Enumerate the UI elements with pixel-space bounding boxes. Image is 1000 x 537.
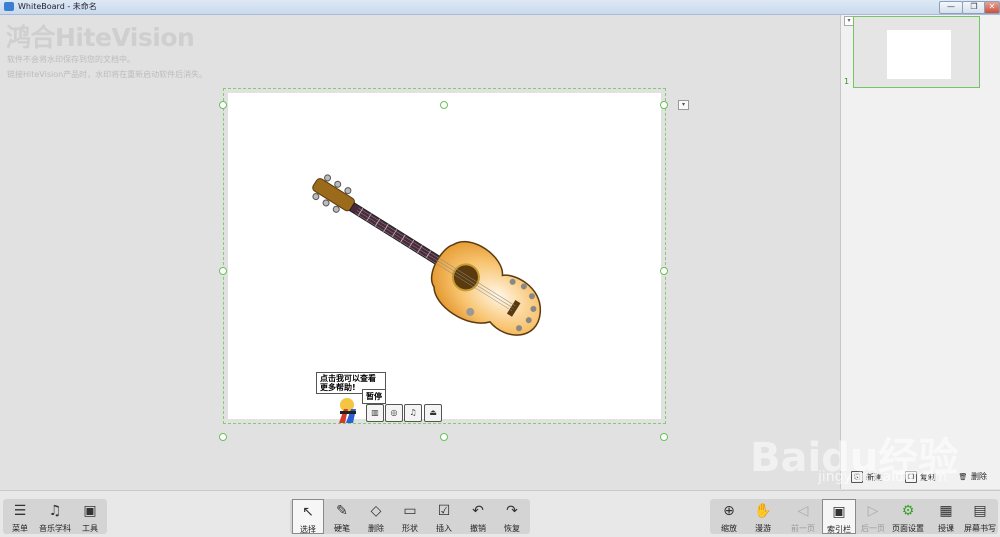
select-button[interactable]: ↖ 选择 [292, 499, 324, 534]
redo-button[interactable]: ↷ 恢复 [496, 499, 528, 534]
baidu-watermark-url: jingyan.baidu.com [818, 469, 948, 485]
minimize-button[interactable]: — [939, 1, 963, 14]
toolbar-left-group: ☰ 菜单 ♫ 音乐学科 ▣ 工具 [3, 499, 107, 534]
page-settings-label: 页面设置 [892, 524, 924, 533]
resize-handle-br[interactable] [660, 433, 668, 441]
maximize-button[interactable]: ❐ [962, 1, 986, 14]
screen-writing-button[interactable]: ▤ 屏幕书写 [962, 499, 998, 534]
pen-button[interactable]: ✎ 硬笔 [326, 499, 358, 534]
eraser-button[interactable]: ◇ 删除 [360, 499, 392, 534]
next-page-button[interactable]: ▷ 后一页 [856, 499, 890, 534]
insert-icon: ☑ [437, 503, 451, 519]
pan-label: 漫游 [755, 524, 771, 533]
redo-icon: ↷ [506, 503, 518, 519]
pen-icon: ✎ [336, 503, 348, 519]
next-page-icon: ▷ [867, 503, 879, 519]
tools-label: 工具 [82, 524, 98, 533]
pan-button[interactable]: ✋ 漫游 [746, 499, 780, 534]
screen-writing-icon: ▤ [973, 503, 987, 519]
undo-button[interactable]: ↶ 撤销 [462, 499, 494, 534]
shape-label: 形状 [402, 524, 418, 533]
teach-button[interactable]: ▦ 授课 [930, 499, 962, 534]
resize-handle-left[interactable] [219, 267, 227, 275]
bottom-toolbar: ☰ 菜单 ♫ 音乐学科 ▣ 工具 ↖ 选择 ✎ 硬笔 ◇ 删除 ▭ 形状 ☑ 插入 ↶ 撤销 ↷ 恢… [0, 490, 1000, 537]
shape-button[interactable]: ▭ 形状 [394, 499, 426, 534]
toolbar-center-group: ↖ 选择 ✎ 硬笔 ◇ 删除 ▭ 形状 ☑ 插入 ↶ 撤销 ↷ 恢复 [290, 499, 530, 534]
thumbnail-page [887, 30, 951, 79]
eraser-icon: ◇ [370, 503, 382, 519]
media-eject-icon[interactable]: ⏏ [424, 404, 442, 422]
zoom-button[interactable]: ⊕ 缩放 [712, 499, 746, 534]
previous-page-label: 前一页 [791, 524, 815, 533]
zoom-label: 缩放 [721, 524, 737, 533]
music-subject-label: 音乐学科 [39, 524, 71, 533]
thumbnail-page-number: 1 [844, 77, 850, 86]
zoom-icon: ⊕ [723, 503, 735, 519]
hand-icon: ✋ [754, 503, 772, 519]
previous-page-icon: ◁ [797, 503, 809, 519]
page-thumbnail-panel: ▾ 1 ⎘ 新建 ❐ 复制 🗑 删除 [841, 15, 1000, 489]
app-icon [4, 2, 14, 11]
redo-label: 恢复 [504, 524, 520, 533]
media-pause-icon[interactable]: ▥ [366, 404, 384, 422]
delete-page-button[interactable]: 🗑 删除 [958, 471, 987, 482]
menu-button[interactable]: ☰ 菜单 [3, 499, 37, 534]
pen-label: 硬笔 [334, 524, 350, 533]
resize-handle-top[interactable] [440, 101, 448, 109]
resize-handle-bottom[interactable] [440, 433, 448, 441]
media-music-icon[interactable]: ♫ [404, 404, 422, 422]
watermark-note-1: 软件不会将水印保存到您的文档中。 [7, 55, 135, 64]
next-page-label: 后一页 [861, 524, 885, 533]
resize-handle-tl[interactable] [219, 101, 227, 109]
previous-page-button[interactable]: ◁ 前一页 [786, 499, 820, 534]
media-record-icon[interactable]: ◎ [385, 404, 403, 422]
music-subject-button[interactable]: ♫ 音乐学科 [37, 499, 73, 534]
teach-label: 授课 [938, 524, 954, 533]
resize-handle-right[interactable] [660, 267, 668, 275]
screen-writing-label: 屏幕书写 [964, 524, 996, 533]
pause-label[interactable]: 暂停 [362, 389, 386, 404]
close-button[interactable]: ✕ [984, 1, 1000, 14]
insert-button[interactable]: ☑ 插入 [428, 499, 460, 534]
delete-page-label: 删除 [971, 472, 987, 481]
resize-handle-tr[interactable] [660, 101, 668, 109]
title-bar: WhiteBoard - 未命名 — ❐ ✕ [0, 0, 1000, 15]
undo-icon: ↶ [472, 503, 484, 519]
trash-icon: 🗑 [958, 472, 968, 481]
select-label: 选择 [300, 525, 316, 534]
guitar-image[interactable] [302, 172, 547, 342]
menu-label: 菜单 [12, 524, 28, 533]
window-title: WhiteBoard - 未命名 [18, 2, 97, 11]
watermark-note-2: 链接HiteVision产品时，水印将在重新启动软件后消失。 [7, 70, 208, 79]
music-icon: ♫ [48, 503, 62, 519]
rectangle-icon: ▭ [403, 503, 417, 519]
insert-label: 插入 [436, 524, 452, 533]
undo-label: 撤销 [470, 524, 486, 533]
tools-button[interactable]: ▣ 工具 [73, 499, 107, 534]
gear-icon: ⚙ [901, 503, 915, 519]
hitevision-logo: 鸿合HiteVision [6, 23, 195, 52]
page-menu-icon[interactable]: ▾ [678, 100, 689, 110]
toolbox-icon: ▣ [83, 503, 97, 519]
resize-handle-bl[interactable] [219, 433, 227, 441]
index-bar-icon: ▣ [832, 504, 846, 520]
help-mascot-icon[interactable] [336, 397, 360, 424]
index-bar-button[interactable]: ▣ 索引栏 [822, 499, 856, 534]
menu-icon: ☰ [13, 503, 27, 519]
page-thumbnail[interactable] [853, 16, 980, 88]
cursor-icon: ↖ [302, 504, 314, 520]
toolbar-right-group: ⊕ 缩放 ✋ 漫游 ◁ 前一页 ▣ 索引栏 ▷ 后一页 ⚙ 页面设置 ▦ 授课 ▤ 屏幕书写 [710, 499, 998, 534]
eraser-label: 删除 [368, 524, 384, 533]
presentation-icon: ▦ [939, 503, 953, 519]
index-bar-label: 索引栏 [827, 525, 851, 534]
page-settings-button[interactable]: ⚙ 页面设置 [890, 499, 926, 534]
